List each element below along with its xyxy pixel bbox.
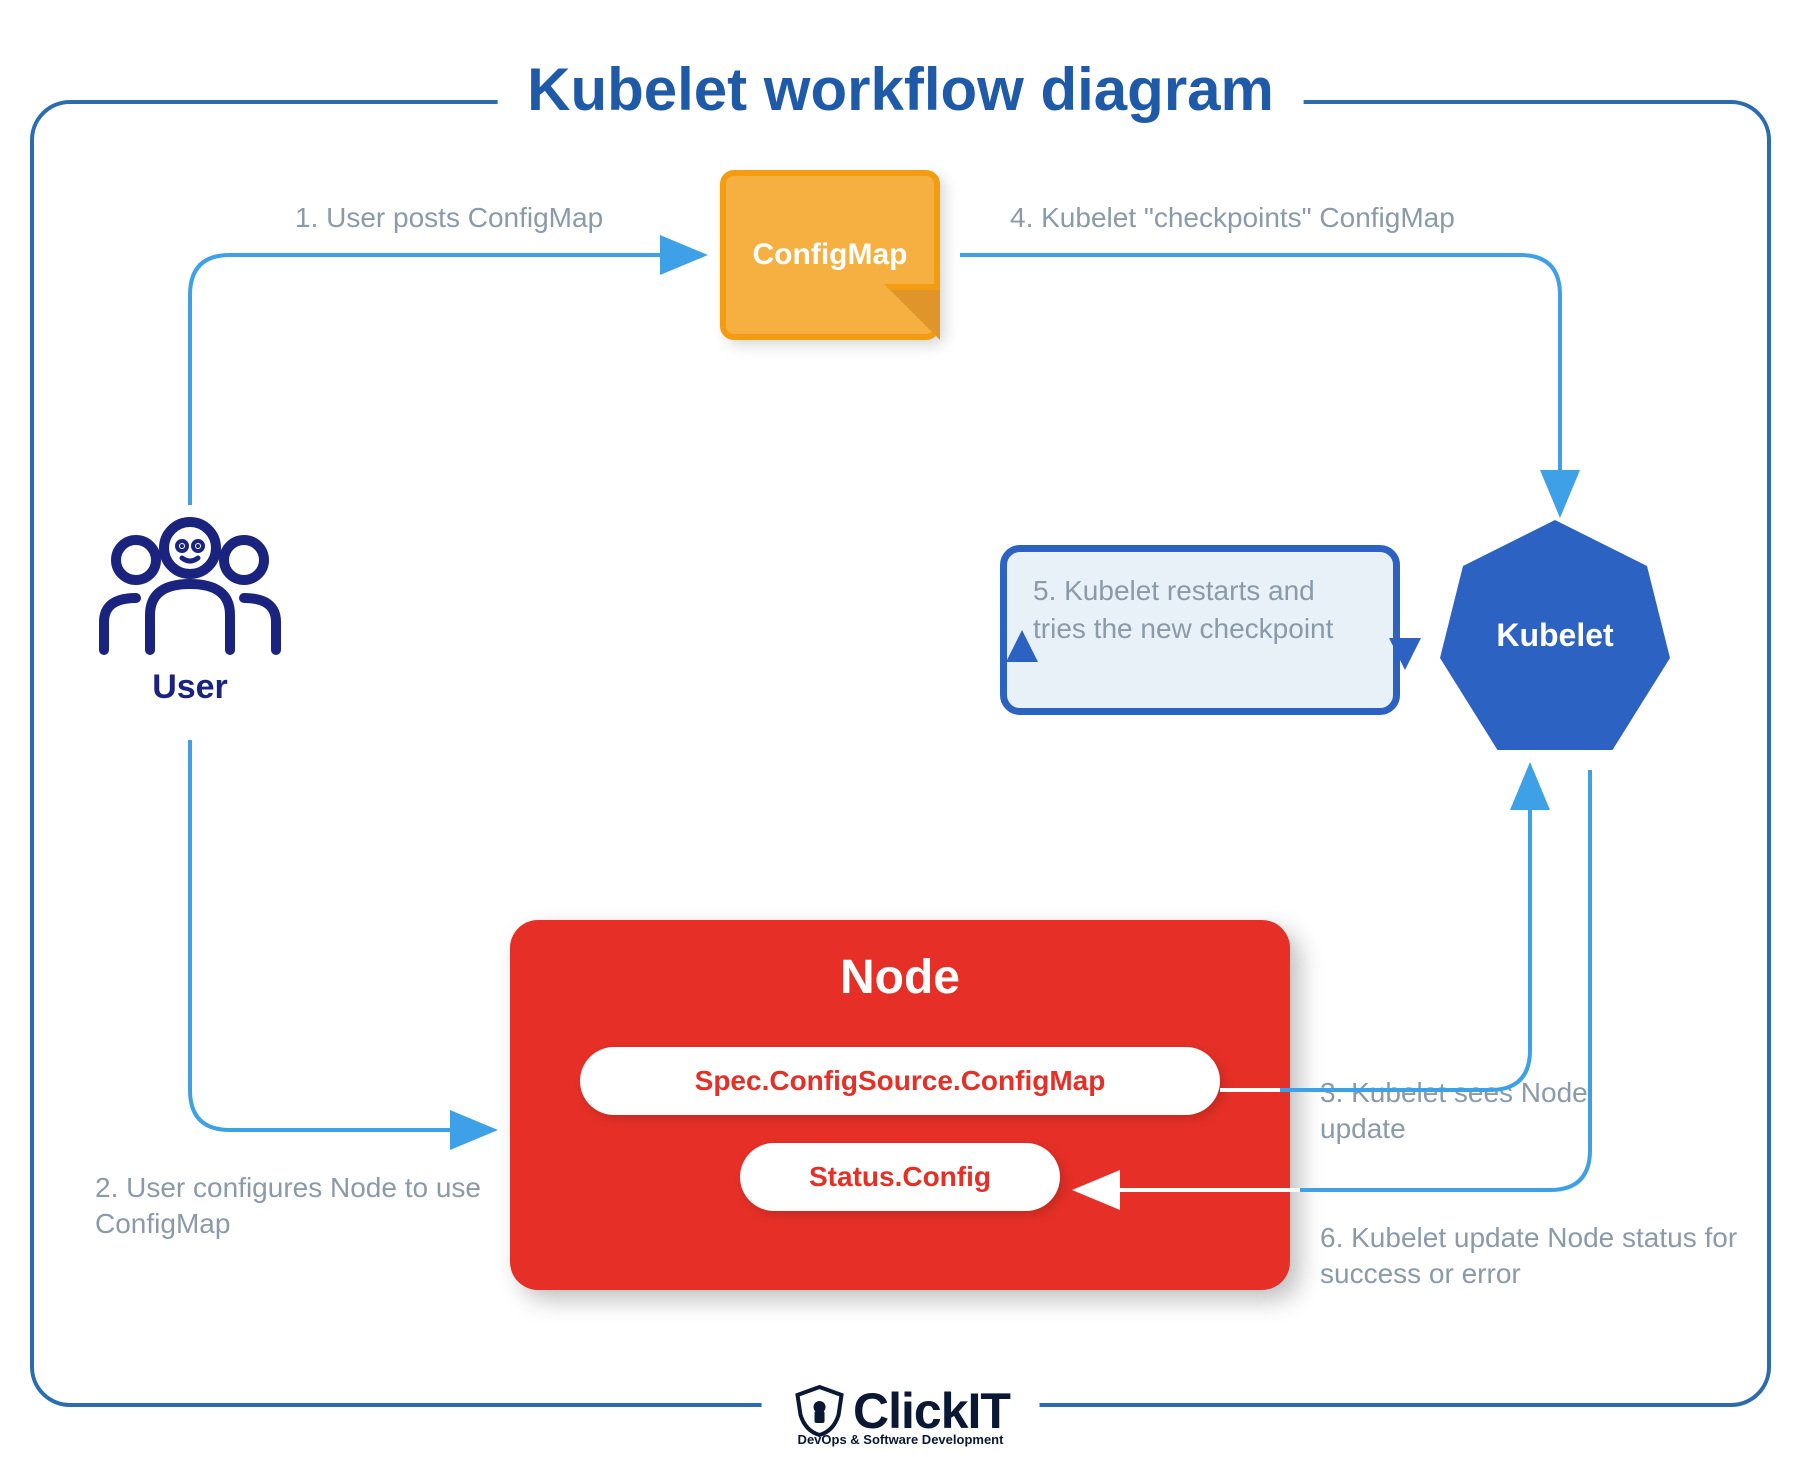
- user-label: User: [90, 668, 290, 707]
- node-box: Node Spec.ConfigSource.ConfigMap Status.…: [510, 920, 1290, 1290]
- step2-label: 2. User configures Node to use ConfigMap: [95, 1170, 495, 1243]
- step1-label: 1. User posts ConfigMap: [295, 200, 603, 236]
- restart-arrow-down-icon: [1375, 620, 1435, 680]
- heptagon-icon: Kubelet: [1440, 520, 1670, 750]
- configmap-node: ConfigMap: [720, 170, 940, 340]
- diagram-container: Kubelet workflow diagram User ConfigMap: [0, 0, 1801, 1457]
- step6-label: 6. Kubelet update Node status for succes…: [1320, 1220, 1740, 1293]
- restart-arrow-up-icon: [992, 620, 1052, 680]
- status-config-pill: Status.Config: [740, 1143, 1060, 1211]
- spec-config-pill: Spec.ConfigSource.ConfigMap: [580, 1047, 1220, 1115]
- configmap-label: ConfigMap: [753, 238, 908, 272]
- restart-box: 5. Kubelet restarts and tries the new ch…: [1000, 545, 1400, 715]
- kubelet-label: Kubelet: [1496, 617, 1613, 654]
- step3-label: 3. Kubelet sees Node update: [1320, 1075, 1620, 1148]
- diagram-title: Kubelet workflow diagram: [497, 55, 1304, 124]
- step4-label: 4. Kubelet "checkpoints" ConfigMap: [1010, 200, 1455, 236]
- kubelet-node: Kubelet: [1440, 520, 1670, 750]
- logo-subtitle: DevOps & Software Development: [791, 1432, 1010, 1447]
- node-title: Node: [540, 950, 1260, 1005]
- user-node: User: [90, 510, 290, 707]
- logo-shield-icon: [791, 1383, 847, 1439]
- user-icon: [90, 510, 290, 660]
- logo-block: ClickIT DevOps & Software Development: [761, 1382, 1040, 1447]
- restart-text: 5. Kubelet restarts and tries the new ch…: [1033, 575, 1333, 644]
